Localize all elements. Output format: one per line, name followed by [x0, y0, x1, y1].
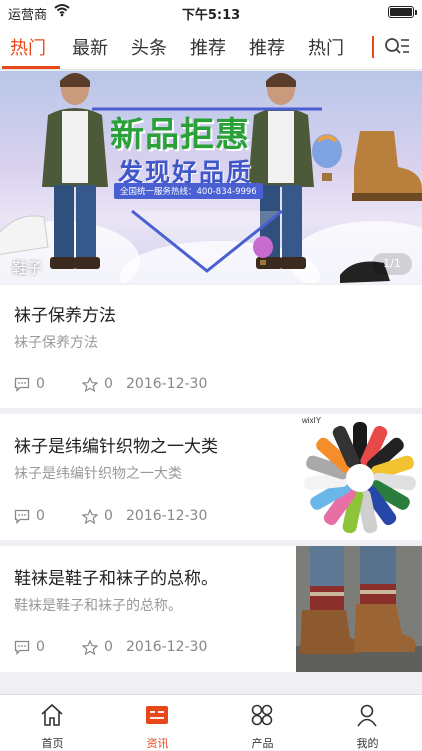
boot-illustration: [352, 131, 422, 201]
star-icon[interactable]: [82, 640, 98, 655]
article-summary: 鞋袜是鞋子和袜子的总称。: [14, 598, 182, 614]
article-date: 2016-12-30: [126, 508, 208, 524]
article-title[interactable]: 袜子是纬编针织物之一大类: [14, 432, 218, 457]
category-menu-icon[interactable]: [384, 36, 410, 58]
active-tab-indicator: [2, 66, 60, 69]
article-thumbnail[interactable]: wixIY: [296, 414, 422, 540]
tab-recommended[interactable]: 推荐: [190, 34, 226, 60]
banner-hotline: 全国统一服务热线：400-834-9996: [114, 183, 263, 199]
article-summary: 袜子是纬编针织物之一大类: [14, 466, 182, 482]
tab-hot[interactable]: 热门: [10, 34, 46, 60]
tab-hot-2[interactable]: 热门: [308, 34, 344, 60]
star-icon[interactable]: [82, 377, 98, 392]
like-count: 0: [104, 508, 113, 524]
grid-icon: [251, 704, 273, 726]
banner-headline: 新品拒惠: [110, 115, 250, 155]
comment-count: 0: [36, 376, 45, 392]
tab-headlines[interactable]: 头条: [131, 34, 167, 60]
article-summary: 袜子保养方法: [14, 335, 98, 351]
thumbnail-caption: wixIY: [302, 416, 322, 425]
tab-recommended-2[interactable]: 推荐: [249, 34, 285, 60]
bottom-navigation: 首页 资讯 产品 我的: [0, 694, 422, 750]
article-thumbnail[interactable]: [296, 546, 422, 672]
star-icon[interactable]: [82, 509, 98, 524]
clock: 下午5:13: [181, 8, 241, 23]
article-date: 2016-12-30: [126, 376, 208, 392]
boots-image: [296, 546, 422, 672]
white-sneaker-illustration: [0, 215, 49, 255]
person-icon: [357, 704, 377, 727]
status-bar: 运营商 下午5:13: [0, 0, 422, 24]
nav-news[interactable]: 资讯: [105, 695, 210, 751]
article-title[interactable]: 鞋袜是鞋子和袜子的总称。: [14, 564, 218, 589]
home-icon: [41, 703, 63, 726]
comment-count: 0: [36, 639, 45, 655]
nav-products-label: 产品: [251, 737, 274, 750]
comment-icon: [14, 640, 30, 655]
like-count: 0: [104, 376, 113, 392]
article-card[interactable]: 袜子是纬编针织物之一大类 袜子是纬编针织物之一大类 0 0 2016-12-30…: [0, 414, 422, 540]
category-tabs: 热门 最新 头条 推荐 推荐 热门: [0, 24, 422, 70]
nav-products[interactable]: 产品: [210, 695, 315, 751]
tab-divider: [372, 36, 374, 58]
article-title[interactable]: 袜子保养方法: [14, 301, 116, 326]
comment-count: 0: [36, 508, 45, 524]
nav-home-label: 首页: [41, 737, 64, 750]
article-date: 2016-12-30: [126, 639, 208, 655]
comment-icon: [14, 509, 30, 524]
promo-banner[interactable]: 新品拒惠 发现好品质 全国统一服务热线：400-834-9996 鞋子 1/1: [0, 71, 422, 283]
socks-image: [304, 422, 416, 534]
article-card[interactable]: 鞋袜是鞋子和袜子的总称。 鞋袜是鞋子和袜子的总称。 0 0 2016-12-30: [0, 546, 422, 672]
banner-page-indicator: 1/1: [372, 253, 412, 275]
article-card[interactable]: 袜子保养方法 袜子保养方法 0 0 2016-12-30: [0, 285, 422, 408]
nav-profile-label: 我的: [356, 737, 379, 750]
news-icon: [146, 706, 168, 724]
like-count: 0: [104, 639, 113, 655]
nav-profile[interactable]: 我的: [315, 695, 420, 751]
battery-icon: [388, 6, 417, 18]
nav-home[interactable]: 首页: [0, 695, 105, 751]
banner-category-label: 鞋子: [12, 259, 43, 277]
tab-latest[interactable]: 最新: [72, 34, 108, 60]
nav-news-label: 资讯: [146, 737, 169, 750]
comment-icon: [14, 377, 30, 392]
